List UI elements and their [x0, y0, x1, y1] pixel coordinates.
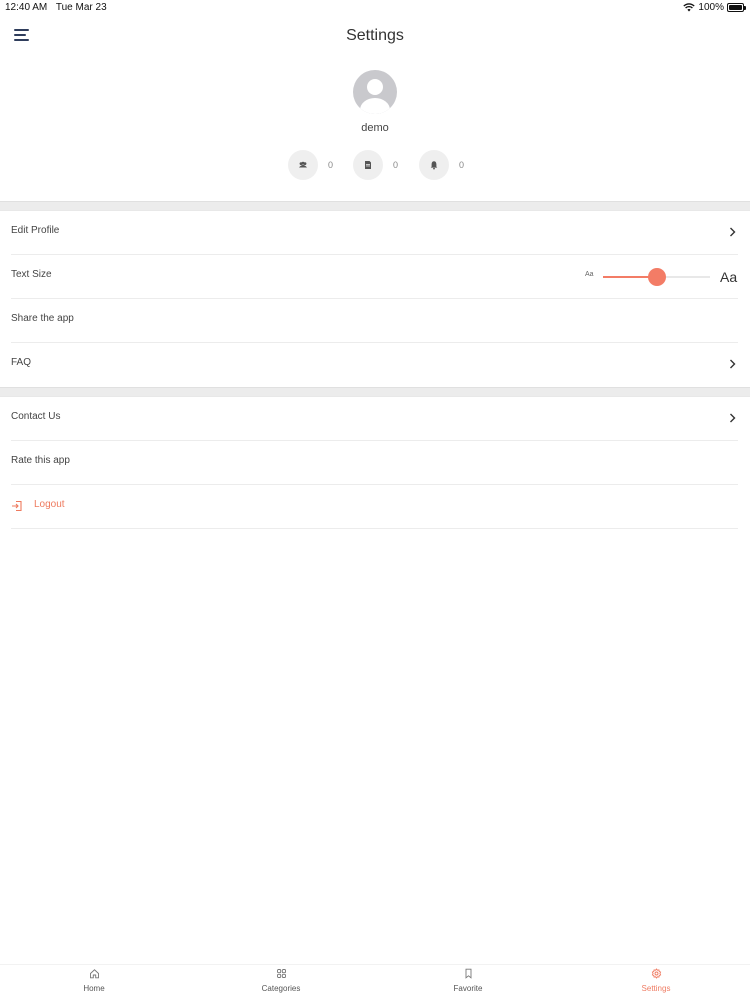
text-size-row: Text Size Aa Aa	[11, 255, 738, 299]
battery-percent: 100%	[698, 2, 724, 13]
status-date: Tue Mar 23	[55, 2, 107, 13]
document-icon	[353, 150, 383, 180]
stat-count: 0	[459, 160, 465, 170]
status-bar: 12:40 AM Tue Mar 23 100%	[0, 0, 750, 16]
section-divider	[0, 387, 750, 397]
row-label: Rate this app	[11, 455, 70, 466]
tab-label: Settings	[641, 984, 671, 993]
grid-icon	[276, 969, 286, 978]
tab-bar: Home Categories Favorite Settings	[0, 964, 750, 1000]
bookmark-icon	[465, 968, 471, 979]
header: Settings	[0, 24, 750, 50]
logout-row[interactable]: Logout	[11, 485, 738, 529]
tab-label: Categories	[261, 984, 301, 993]
tab-label: Favorite	[453, 984, 483, 993]
chevron-right-icon	[730, 359, 736, 369]
users-icon	[288, 150, 318, 180]
tab-label: Home	[83, 984, 105, 993]
tab-settings[interactable]: Settings	[616, 967, 696, 999]
edit-profile-row[interactable]: Edit Profile	[11, 211, 738, 255]
page-title: Settings	[346, 27, 404, 44]
wifi-icon	[683, 3, 696, 12]
row-label: Logout	[34, 499, 65, 510]
home-icon	[89, 969, 99, 979]
stat-count: 0	[328, 160, 334, 170]
status-left: 12:40 AM Tue Mar 23	[5, 2, 113, 13]
row-label: Text Size	[11, 269, 52, 280]
contact-us-row[interactable]: Contact Us	[11, 397, 738, 441]
bell-icon	[419, 150, 449, 180]
battery-icon	[727, 3, 746, 12]
tab-favorite[interactable]: Favorite	[428, 967, 508, 999]
stat-count: 0	[393, 160, 399, 170]
row-label: Share the app	[11, 313, 74, 324]
text-size-slider[interactable]	[603, 268, 710, 286]
text-size-small-label: Aa	[585, 271, 594, 278]
status-time: 12:40 AM	[5, 2, 48, 13]
tab-home[interactable]: Home	[54, 967, 134, 999]
section-divider	[0, 201, 750, 211]
stat-followers[interactable]: 0	[288, 150, 333, 180]
tab-categories[interactable]: Categories	[241, 967, 321, 999]
faq-row[interactable]: FAQ	[11, 343, 738, 387]
row-label: FAQ	[11, 357, 32, 368]
gear-icon	[651, 968, 661, 979]
share-app-row[interactable]: Share the app	[11, 299, 738, 343]
stats-row: 0 0 0	[0, 150, 750, 180]
rate-app-row[interactable]: Rate this app	[11, 441, 738, 485]
logout-icon	[12, 500, 22, 512]
chevron-right-icon	[730, 227, 736, 237]
chevron-right-icon	[730, 413, 736, 423]
slider-thumb[interactable]	[647, 268, 666, 286]
stat-posts[interactable]: 0	[353, 150, 398, 180]
status-right: 100%	[683, 2, 746, 13]
stat-notifications[interactable]: 0	[419, 150, 464, 180]
username: demo	[361, 122, 389, 134]
text-size-large-label: Aa	[720, 269, 738, 285]
avatar[interactable]	[353, 70, 397, 114]
row-label: Contact Us	[11, 411, 61, 422]
row-label: Edit Profile	[11, 225, 60, 236]
